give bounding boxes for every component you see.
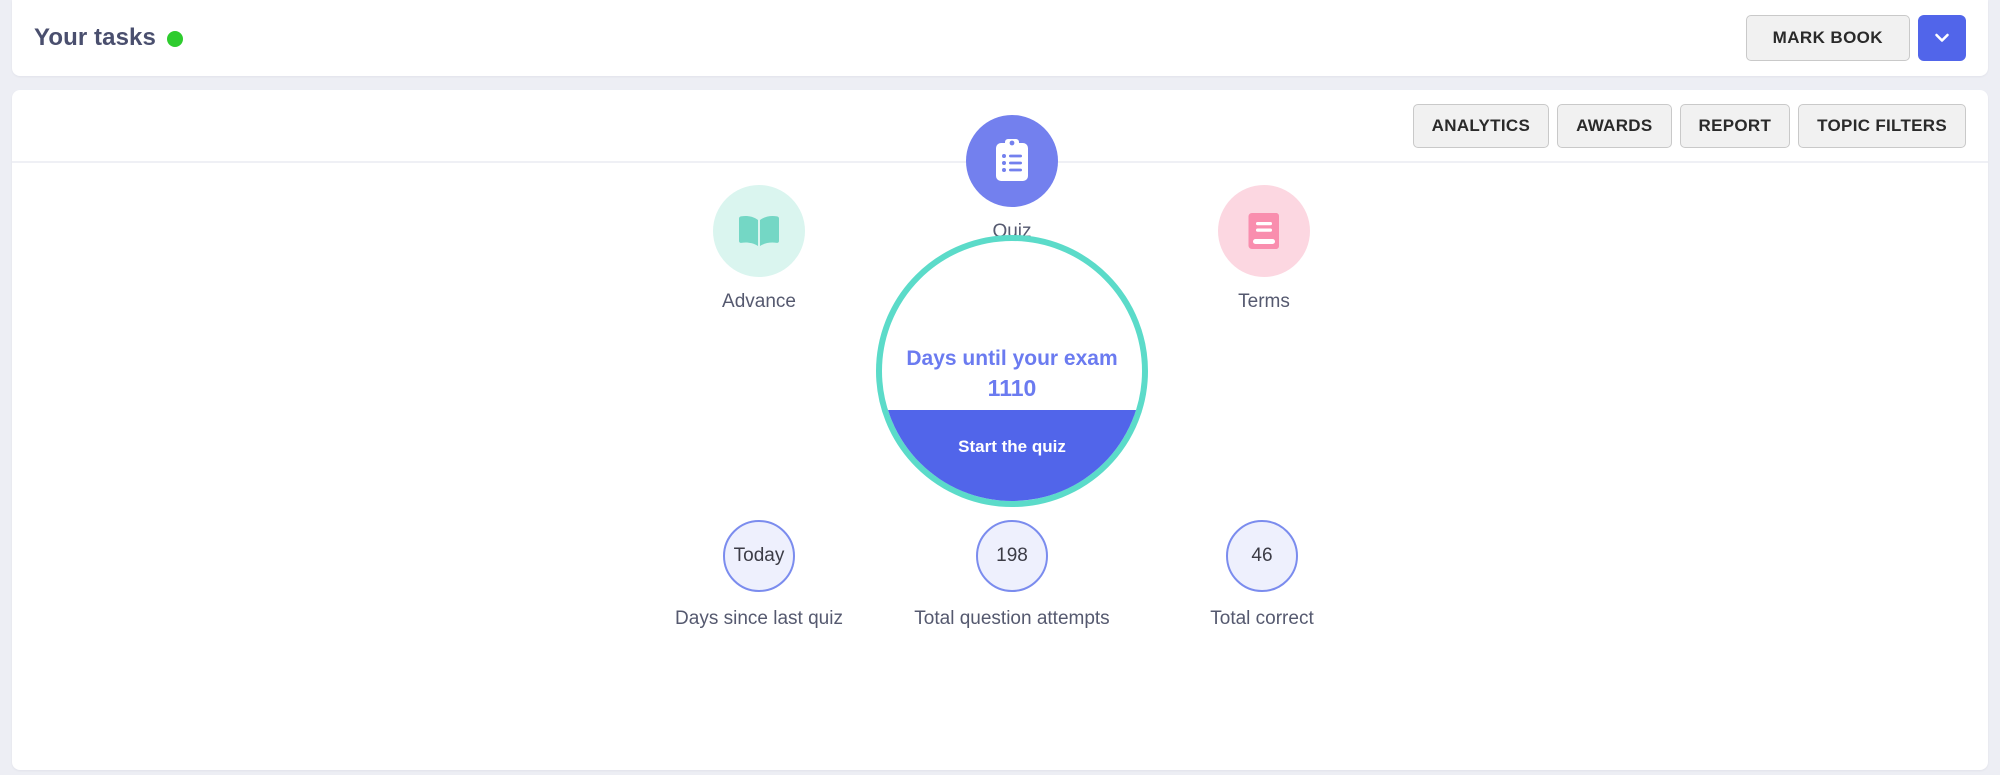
exam-countdown-top: Days until your exam 1110 — [882, 241, 1142, 410]
status-dot-icon — [166, 31, 183, 47]
main-card: ANALYTICS AWARDS REPORT TOPIC FILTERS Qu… — [12, 90, 1988, 770]
open-book-icon — [739, 216, 779, 246]
advance-icon-bubble — [713, 185, 805, 277]
header-actions: MARK BOOK — [1745, 15, 1966, 61]
stat-label: Total correct — [1210, 608, 1314, 629]
stat-total-correct[interactable]: 46 Total correct — [1132, 520, 1392, 630]
shortcut-terms-label: Terms — [1238, 291, 1290, 312]
tab-report[interactable]: REPORT — [1679, 103, 1791, 148]
header-inner: Your tasks MARK BOOK — [12, 0, 1988, 76]
stat-value: 46 — [1251, 545, 1273, 566]
shortcut-quiz[interactable]: Quiz — [932, 115, 1092, 243]
shortcut-advance-label: Advance — [722, 291, 796, 312]
stat-label: Days since last quiz — [675, 608, 843, 629]
stat-circle: 46 — [1226, 520, 1298, 592]
stat-days-since-last-quiz[interactable]: Today Days since last quiz — [629, 520, 889, 630]
stat-circle: Today — [723, 520, 795, 592]
clipboard-list-icon — [996, 139, 1028, 181]
terms-icon-bubble — [1218, 185, 1310, 277]
closed-book-icon — [1248, 213, 1279, 249]
header-card: Your tasks MARK BOOK — [12, 0, 1988, 76]
start-quiz-label: Start the quiz — [958, 437, 1066, 456]
quiz-icon-bubble — [966, 115, 1058, 207]
tab-analytics[interactable]: ANALYTICS — [1412, 103, 1550, 148]
stat-value: Today — [733, 545, 785, 566]
tab-topic-filters[interactable]: TOPIC FILTERS — [1798, 103, 1966, 148]
exam-countdown-title: Days until your exam — [906, 347, 1118, 370]
exam-countdown-circle[interactable]: Days until your exam 1110 Start the quiz — [876, 235, 1148, 507]
shortcut-advance[interactable]: Advance — [679, 185, 839, 313]
shortcut-terms[interactable]: Terms — [1184, 185, 1344, 313]
exam-countdown-value: 1110 — [987, 375, 1037, 401]
stat-label: Total question attempts — [914, 608, 1110, 629]
stat-circle: 198 — [976, 520, 1048, 592]
dashboard-stage: Quiz Advance Terms Days until your exam … — [12, 115, 1988, 768]
page-title-group: Your tasks — [34, 24, 183, 52]
start-quiz-button[interactable]: Start the quiz — [882, 410, 1142, 501]
stat-total-question-attempts[interactable]: 198 Total question attempts — [882, 520, 1142, 630]
stat-value: 198 — [996, 545, 1028, 566]
chevron-down-icon — [1935, 33, 1949, 42]
mark-book-dropdown-button[interactable] — [1918, 15, 1966, 61]
tab-awards[interactable]: AWARDS — [1557, 103, 1672, 148]
mark-book-button[interactable]: MARK BOOK — [1745, 15, 1910, 61]
app-root: Your tasks MARK BOOK ANALYTICS AWARDS RE… — [0, 0, 2000, 775]
page-title: Your tasks — [34, 24, 156, 51]
